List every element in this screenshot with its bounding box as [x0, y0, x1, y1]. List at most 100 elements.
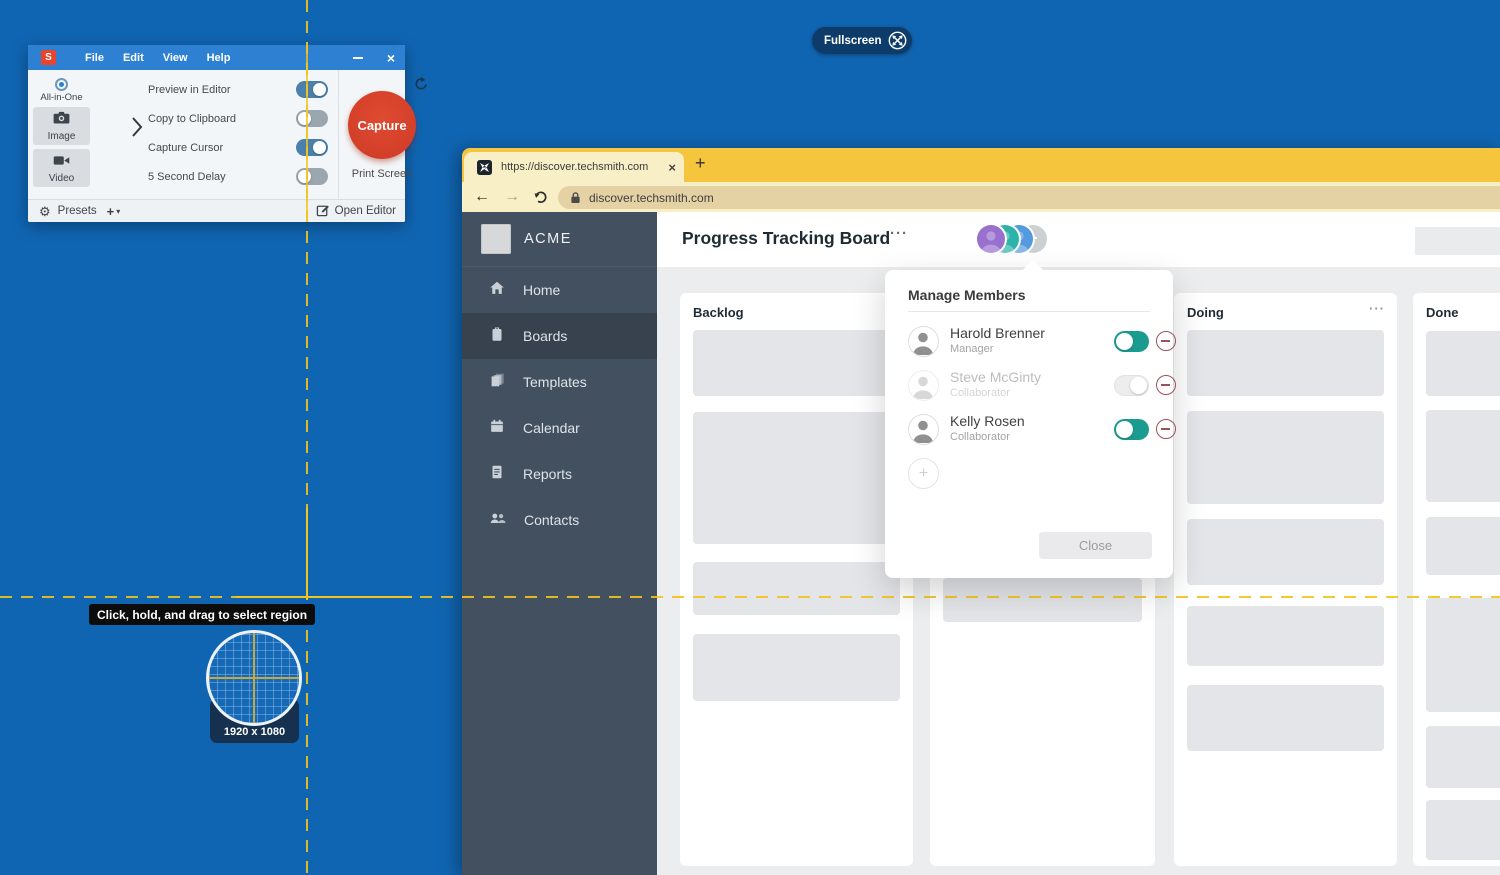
card-placeholder[interactable]	[693, 330, 900, 396]
column-title: Backlog	[693, 305, 744, 320]
mode-image[interactable]: Image	[33, 107, 90, 145]
snagit-window: S File Edit View Help × All-in-One Im	[28, 45, 405, 222]
caret-down-icon[interactable]: ▾	[116, 207, 120, 216]
mode-video[interactable]: Video	[33, 149, 90, 187]
card-placeholder[interactable]	[1187, 606, 1384, 666]
card-placeholder[interactable]	[1187, 330, 1384, 396]
column-title: Done	[1426, 305, 1459, 320]
mode-image-label: Image	[48, 131, 76, 142]
sidebar-item-label: Home	[523, 282, 560, 298]
option-label: 5 Second Delay	[148, 171, 226, 183]
menu-help[interactable]: Help	[207, 52, 231, 64]
app-sidebar: ACME Home Boards Templates Calendar	[462, 212, 657, 875]
add-preset-button[interactable]: +	[107, 204, 115, 219]
card-placeholder[interactable]	[693, 412, 900, 544]
sidebar-item-templates[interactable]: Templates	[462, 359, 657, 405]
address-bar[interactable]: discover.techsmith.com	[558, 186, 1500, 209]
copy-to-clipboard-toggle[interactable]	[296, 110, 328, 127]
sidebar-item-label: Boards	[523, 328, 567, 344]
member-name: Kelly Rosen	[950, 413, 1025, 429]
card-placeholder[interactable]	[1426, 517, 1500, 575]
member-toggle[interactable]	[1114, 375, 1149, 396]
capture-button-label: Capture	[357, 118, 406, 133]
option-row: Capture Cursor	[148, 133, 328, 162]
card-placeholder[interactable]	[1187, 519, 1384, 585]
back-button[interactable]: ←	[474, 188, 490, 206]
card-placeholder[interactable]	[1426, 410, 1500, 502]
new-tab-button[interactable]: +	[695, 153, 706, 174]
capture-dimensions-text: 1920 x 1080	[210, 726, 299, 738]
sidebar-item-reports[interactable]: Reports	[462, 451, 657, 497]
snagit-titlebar[interactable]: S File Edit View Help ×	[28, 45, 405, 70]
card-placeholder[interactable]	[943, 578, 1142, 622]
menu-edit[interactable]: Edit	[123, 52, 144, 64]
forward-button[interactable]: →	[504, 188, 520, 206]
sidebar-item-calendar[interactable]: Calendar	[462, 405, 657, 451]
mode-all-in-one[interactable]: All-in-One	[33, 78, 90, 103]
preview-in-editor-toggle[interactable]	[296, 81, 328, 98]
refresh-button[interactable]	[533, 190, 548, 205]
card-placeholder[interactable]	[1187, 411, 1384, 504]
column-done: Done	[1413, 293, 1500, 866]
sidebar-item-label: Templates	[523, 374, 587, 390]
remove-member-button[interactable]	[1156, 331, 1176, 351]
board-overflow-menu[interactable]: ···	[890, 225, 908, 242]
fullscreen-button[interactable]: Fullscreen	[812, 27, 912, 54]
sidebar-item-label: Calendar	[523, 420, 580, 436]
url-text: discover.techsmith.com	[589, 191, 714, 205]
close-window-button[interactable]: ×	[387, 51, 395, 65]
minimize-button[interactable]	[353, 57, 363, 59]
capture-panel: Capture Print Screen	[338, 70, 405, 199]
sidebar-item-contacts[interactable]: Contacts	[462, 497, 657, 543]
card-placeholder[interactable]	[1187, 685, 1384, 751]
capture-button[interactable]: Capture	[348, 91, 416, 159]
sidebar-item-home[interactable]: Home	[462, 267, 657, 313]
lock-icon	[570, 191, 581, 204]
remove-member-button[interactable]	[1156, 375, 1176, 395]
open-editor-button[interactable]: Open Editor	[316, 203, 396, 220]
card-placeholder[interactable]	[693, 634, 900, 701]
presets-label[interactable]: Presets	[58, 205, 97, 217]
gear-icon[interactable]: ⚙	[39, 205, 51, 218]
menu-view[interactable]: View	[163, 52, 188, 64]
column-title: Doing	[1187, 305, 1224, 320]
avatar[interactable]	[977, 225, 1005, 253]
column-overflow-menu[interactable]: ···	[1369, 301, 1385, 316]
undo-icon[interactable]	[414, 76, 429, 96]
magnifier-crosshair-horizontal	[209, 677, 299, 679]
member-role: Collaborator	[950, 387, 1010, 399]
sidebar-item-boards[interactable]: Boards	[462, 313, 657, 359]
card-placeholder[interactable]	[1426, 598, 1500, 712]
tab-close-icon[interactable]: ×	[668, 160, 676, 175]
close-popup-button[interactable]: Close	[1039, 532, 1152, 559]
region-select-tooltip: Click, hold, and drag to select region	[89, 604, 315, 625]
toggle-knob	[1116, 333, 1133, 350]
calendar-icon	[488, 417, 506, 440]
member-toggle[interactable]	[1114, 419, 1149, 440]
card-placeholder[interactable]	[1426, 726, 1500, 788]
toggle-knob	[298, 112, 311, 125]
org-name: ACME	[524, 231, 572, 247]
card-placeholder[interactable]	[1426, 800, 1500, 860]
capture-options: Preview in Editor Copy to Clipboard Capt…	[148, 75, 328, 191]
video-camera-icon	[53, 153, 70, 171]
browser-tab[interactable]: https://discover.techsmith.com ×	[464, 152, 684, 182]
card-placeholder[interactable]	[693, 562, 900, 615]
delay-toggle[interactable]	[296, 168, 328, 185]
crosshair-vertical-segment	[306, 45, 308, 222]
menu-file[interactable]: File	[85, 52, 104, 64]
crosshair-horizontal-segment	[236, 596, 412, 598]
add-member-button[interactable]: +	[908, 458, 939, 489]
sidebar-item-label: Contacts	[524, 512, 579, 528]
mode-all-in-one-label: All-in-One	[33, 92, 90, 103]
people-icon	[488, 509, 507, 532]
home-icon	[488, 279, 506, 302]
toggle-knob	[313, 83, 326, 96]
mode-video-label: Video	[49, 173, 74, 184]
card-placeholder[interactable]	[1426, 331, 1500, 396]
member-role: Manager	[950, 343, 993, 355]
member-toggle[interactable]	[1114, 331, 1149, 352]
clipboard-icon	[488, 325, 506, 348]
capture-cursor-toggle[interactable]	[296, 139, 328, 156]
remove-member-button[interactable]	[1156, 419, 1176, 439]
